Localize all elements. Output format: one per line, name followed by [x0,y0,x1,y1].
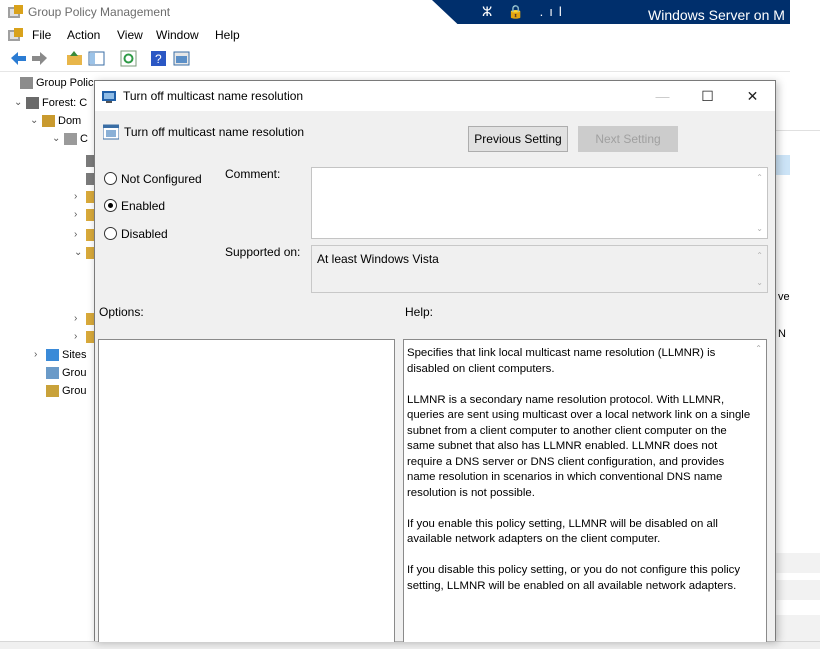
details-pane-divider [775,615,820,641]
supported-on-label: Supported on: [225,245,301,259]
help-panel[interactable]: ⌃ Specifies that link local multicast na… [403,339,767,642]
expand-chevron-icon[interactable]: › [74,313,77,324]
expand-chevron-icon[interactable]: › [74,331,77,342]
expand-chevron-icon[interactable]: ⌄ [30,115,38,126]
radio-enabled-circle[interactable] [104,199,117,212]
minimize-button[interactable]: — [640,81,685,111]
maximize-button[interactable]: ☐ [685,81,730,111]
tree-item-label: Grou [62,385,87,397]
scroll-up-icon[interactable]: ⌃ [756,173,763,182]
tree-node-icon [46,385,59,397]
show-hide-tree-icon[interactable] [88,50,105,67]
details-pane-divider [775,580,820,600]
supported-on-value: At least Windows Vista [317,252,439,266]
tree-item-label: Sites [62,349,87,361]
tree-node-icon [64,133,77,145]
radio-not-configured-circle[interactable] [104,172,117,185]
radio-enabled[interactable]: Enabled [104,197,165,215]
radio-disabled[interactable]: Disabled [104,225,168,243]
menu-help[interactable]: Help [215,28,240,42]
expand-chevron-icon[interactable]: › [34,349,37,360]
options-panel [98,339,395,642]
refresh-icon[interactable] [120,50,137,67]
help-text: Specifies that link local multicast name… [407,346,751,610]
details-pane-selection [775,155,790,175]
back-arrow-icon[interactable] [10,50,27,67]
menu-file[interactable]: File [32,28,51,42]
radio-not-configured[interactable]: Not Configured [104,170,202,188]
scroll-down-icon[interactable]: ⌄ [756,278,763,287]
gpm-app-icon [8,5,23,19]
status-bar [0,641,820,649]
dialog-titlebar[interactable]: Turn off multicast name resolution — ☐ ✕ [95,81,775,111]
expand-chevron-icon[interactable]: › [74,209,77,220]
connection-icons[interactable]: ⵣ 🔒 .ıl [482,4,568,20]
expand-chevron-icon[interactable]: › [74,229,77,240]
tree-item-label: Dom [58,115,82,127]
help-paragraph: If you enable this policy setting, LLMNR… [407,517,718,546]
scroll-down-icon[interactable]: ⌄ [756,224,763,233]
help-paragraph: LLMNR is a secondary name resolution pro… [407,393,751,499]
radio-disabled-circle[interactable] [104,227,117,240]
dialog-title: Turn off multicast name resolution [123,89,304,103]
details-pane-divider [775,130,820,131]
comment-label: Comment: [225,167,281,181]
expand-chevron-icon[interactable]: ⌄ [52,133,60,144]
tree-item-label: Forest: C [42,97,88,109]
next-setting-button[interactable]: Next Setting [578,126,678,152]
remote-connection-title: Windows Server on M [648,7,785,23]
svg-text:?: ? [155,52,162,66]
details-pane-edge: ve N [775,75,820,641]
options-label: Options: [99,305,144,319]
menu-bar: File Action View Window Help [0,24,790,46]
scroll-up-icon[interactable]: ⌃ [755,344,762,353]
up-folder-icon[interactable] [66,50,83,67]
tree-node-icon [26,97,39,109]
gpm-menu-icon[interactable] [8,28,23,42]
details-pane-divider [775,553,820,573]
tree-item-label: Group Polic [36,77,94,89]
tree-node-icon [46,349,59,361]
help-icon[interactable]: ? [150,50,167,67]
toolbar: ? [0,46,790,72]
help-paragraph: If you disable this policy setting, or y… [407,564,741,592]
console-tree: Group Polic ⌄ Forest: C ⌄ Dom ⌄ C › › › ⌄ › › › Sites G… [0,75,100,641]
close-button[interactable]: ✕ [730,81,775,111]
menu-view[interactable]: View [117,28,143,42]
tree-node-icon [20,77,33,89]
radio-disabled-label: Disabled [121,227,168,241]
scroll-up-icon[interactable]: ⌃ [756,251,763,260]
comment-textarea[interactable]: ⌃ ⌄ [311,167,768,239]
forward-arrow-icon[interactable] [31,50,48,67]
window-title: Group Policy Management [28,5,171,19]
details-fragment: ve [778,291,790,303]
menu-action[interactable]: Action [67,28,100,42]
expand-chevron-icon[interactable]: › [74,191,77,202]
supported-on-field: At least Windows Vista ⌃ ⌄ [311,245,768,293]
policy-setting-icon [102,124,120,140]
tree-item-label: C [80,133,88,145]
menu-window[interactable]: Window [156,28,199,42]
expand-chevron-icon[interactable]: ⌄ [14,97,22,108]
expand-chevron-icon[interactable]: ⌄ [74,247,82,258]
remote-connection-bar[interactable]: ⵣ 🔒 .ıl Windows Server on M [432,0,790,27]
tree-node-icon [42,115,55,127]
policy-name-heading: Turn off multicast name resolution [124,125,305,139]
radio-not-configured-label: Not Configured [121,172,202,186]
details-fragment: N [778,328,786,340]
previous-setting-button[interactable]: Previous Setting [468,126,568,152]
help-label: Help: [405,305,434,319]
policy-setting-dialog: Turn off multicast name resolution — ☐ ✕… [94,80,776,642]
radio-enabled-label: Enabled [121,199,166,213]
tree-node-icon [46,367,59,379]
tree-item-label: Grou [62,367,87,379]
policy-dialog-icon [102,88,118,104]
help-paragraph: Specifies that link local multicast name… [407,347,716,375]
console-icon[interactable] [173,50,190,67]
